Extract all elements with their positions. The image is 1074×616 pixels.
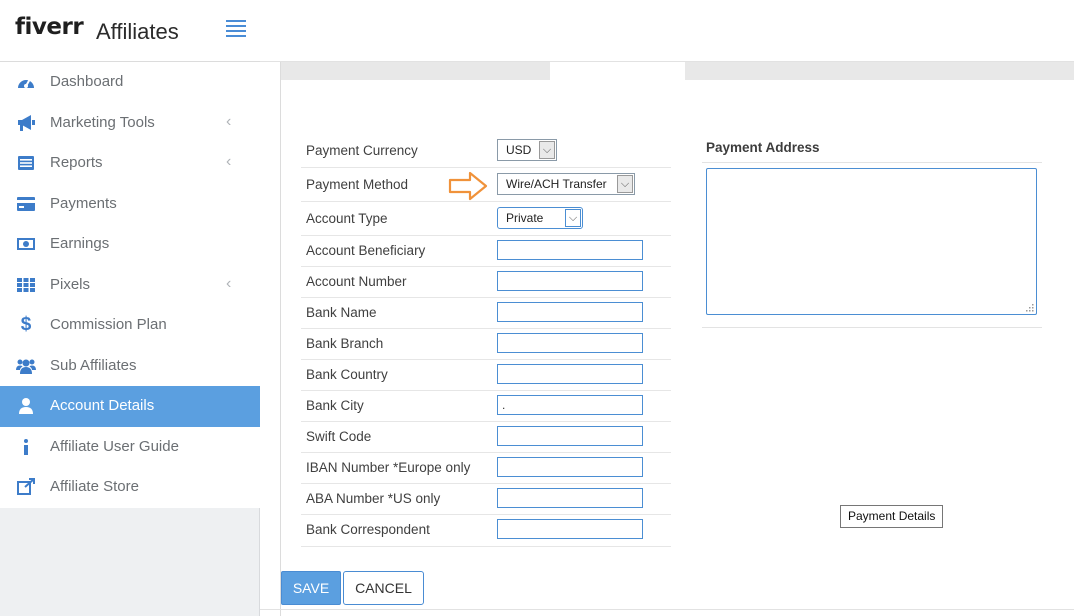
sidebar-item-payments[interactable]: Payments xyxy=(0,184,260,225)
top-bar xyxy=(260,0,1074,62)
chevron-left-icon: ‹ xyxy=(226,274,232,292)
sidebar-item-label: Affiliate User Guide xyxy=(50,437,179,455)
form-row-bank-branch: Bank Branch xyxy=(301,329,671,360)
form-row-iban: IBAN Number *Europe only xyxy=(301,453,671,484)
form-row-account-type: Account Type Private ⌵ xyxy=(301,202,671,236)
divider xyxy=(702,327,1042,328)
sidebar-item-sub-affiliates[interactable]: Sub Affiliates xyxy=(0,346,260,387)
form-row-bank-country: Bank Country xyxy=(301,360,671,391)
save-button[interactable]: SAVE xyxy=(281,571,341,605)
form-row-account-number: Account Number xyxy=(301,267,671,298)
sidebar-item-marketing-tools[interactable]: Marketing Tools ‹ xyxy=(0,103,260,144)
field-label: Account Number xyxy=(306,274,407,289)
sidebar-item-label: Reports xyxy=(50,154,103,171)
tab-strip xyxy=(280,62,1074,80)
money-icon xyxy=(16,235,36,253)
form-row-aba: ABA Number *US only xyxy=(301,484,671,515)
sidebar-item-pixels[interactable]: Pixels ‹ xyxy=(0,265,260,306)
sidebar-nav: Dashboard Marketing Tools ‹ Reports ‹ Pa… xyxy=(0,62,260,508)
sidebar-item-label: Earnings xyxy=(50,235,110,252)
sidebar-item-label: Sub Affiliates xyxy=(50,356,137,374)
dollar-icon: $ xyxy=(20,314,32,335)
chevron-down-icon: ⌵ xyxy=(617,175,633,193)
chevron-down-icon: ⌵ xyxy=(539,141,555,159)
sidebar-item-dashboard[interactable]: Dashboard xyxy=(0,62,260,103)
dashboard-icon xyxy=(16,73,36,91)
sidebar-item-label: Payments xyxy=(50,194,117,212)
users-icon xyxy=(16,357,36,375)
payment-address-textarea[interactable] xyxy=(706,168,1037,315)
field-label: Payment Currency xyxy=(306,143,418,158)
info-icon xyxy=(16,438,36,456)
payment-address-label: Payment Address xyxy=(706,140,820,155)
field-label: IBAN Number *Europe only xyxy=(306,460,471,475)
form-row-bank-city: Bank City xyxy=(301,391,671,422)
form-row-bank-name: Bank Name xyxy=(301,298,671,329)
credit-card-icon xyxy=(16,195,36,213)
user-icon xyxy=(16,397,36,415)
sidebar-item-reports[interactable]: Reports ‹ xyxy=(0,143,260,184)
form-row-swift-code: Swift Code xyxy=(301,422,671,453)
account-type-select-value: Private xyxy=(506,211,544,225)
fiverr-logo[interactable]: fiverr xyxy=(15,14,84,40)
account-beneficiary-input[interactable] xyxy=(497,240,643,260)
megaphone-icon xyxy=(16,114,36,132)
bank-correspondent-input[interactable] xyxy=(497,519,643,539)
resize-grip-icon[interactable] xyxy=(1024,302,1034,312)
field-label: Account Type xyxy=(306,211,388,226)
sidebar-item-affiliate-user-guide[interactable]: Affiliate User Guide xyxy=(0,427,260,468)
field-label: Swift Code xyxy=(306,429,372,444)
chevron-down-icon: ⌵ xyxy=(565,209,581,227)
chevron-left-icon: ‹ xyxy=(226,112,232,130)
brand-header: fiverr Affiliates xyxy=(0,0,260,62)
sidebar: fiverr Affiliates Dashboard Marketing To… xyxy=(0,0,260,616)
reports-icon xyxy=(16,154,36,172)
field-label: Bank Branch xyxy=(306,336,384,351)
divider xyxy=(702,162,1042,163)
iban-number-input[interactable] xyxy=(497,457,643,477)
divider xyxy=(260,609,1074,610)
field-label: ABA Number *US only xyxy=(306,491,441,506)
form-row-beneficiary: Account Beneficiary xyxy=(301,236,671,267)
tab-payment-details[interactable] xyxy=(550,62,685,80)
sidebar-item-label: Pixels xyxy=(50,275,91,293)
sidebar-item-earnings[interactable]: Earnings xyxy=(0,224,260,265)
cancel-button[interactable]: CANCEL xyxy=(343,571,424,605)
field-label: Payment Method xyxy=(306,177,409,192)
external-link-icon xyxy=(16,478,36,496)
affiliates-title: Affiliates xyxy=(96,19,179,44)
sidebar-item-label: Commission Plan xyxy=(50,316,167,333)
sidebar-item-label: Account Details xyxy=(50,397,155,414)
bank-name-input[interactable] xyxy=(497,302,643,322)
bank-branch-input[interactable] xyxy=(497,333,643,353)
field-label: Bank Name xyxy=(306,305,377,320)
sidebar-item-label: Marketing Tools xyxy=(50,113,155,131)
payment-method-select[interactable]: Wire/ACH Transfer ⌵ xyxy=(497,173,635,195)
currency-select[interactable]: USD ⌵ xyxy=(497,139,557,161)
chevron-left-icon: ‹ xyxy=(226,153,232,170)
hamburger-menu-icon[interactable] xyxy=(226,20,246,38)
field-label: Account Beneficiary xyxy=(306,243,426,258)
form-row-currency: Payment Currency USD ⌵ xyxy=(301,134,671,168)
currency-select-value: USD xyxy=(506,143,532,157)
sidebar-item-commission-plan[interactable]: $ Commission Plan xyxy=(0,305,260,346)
sidebar-item-account-details[interactable]: Account Details xyxy=(0,386,260,427)
swift-code-input[interactable] xyxy=(497,426,643,446)
field-label: Bank City xyxy=(306,398,364,413)
field-label: Bank Country xyxy=(306,367,388,382)
account-type-select[interactable]: Private ⌵ xyxy=(497,207,583,229)
bank-country-input[interactable] xyxy=(497,364,643,384)
payment-method-select-value: Wire/ACH Transfer xyxy=(506,177,607,191)
bank-city-input[interactable] xyxy=(497,395,643,415)
account-number-input[interactable] xyxy=(497,271,643,291)
annotation-arrow-icon xyxy=(448,171,488,201)
tooltip: Payment Details xyxy=(840,505,944,528)
form-row-correspondent: Bank Correspondent xyxy=(301,515,671,547)
field-label: Bank Correspondent xyxy=(306,522,430,537)
grid-icon xyxy=(16,276,36,294)
aba-number-input[interactable] xyxy=(497,488,643,508)
sidebar-item-label: Affiliate Store xyxy=(50,478,139,495)
sidebar-item-affiliate-store[interactable]: Affiliate Store xyxy=(0,467,260,508)
sidebar-item-label: Dashboard xyxy=(50,73,124,90)
